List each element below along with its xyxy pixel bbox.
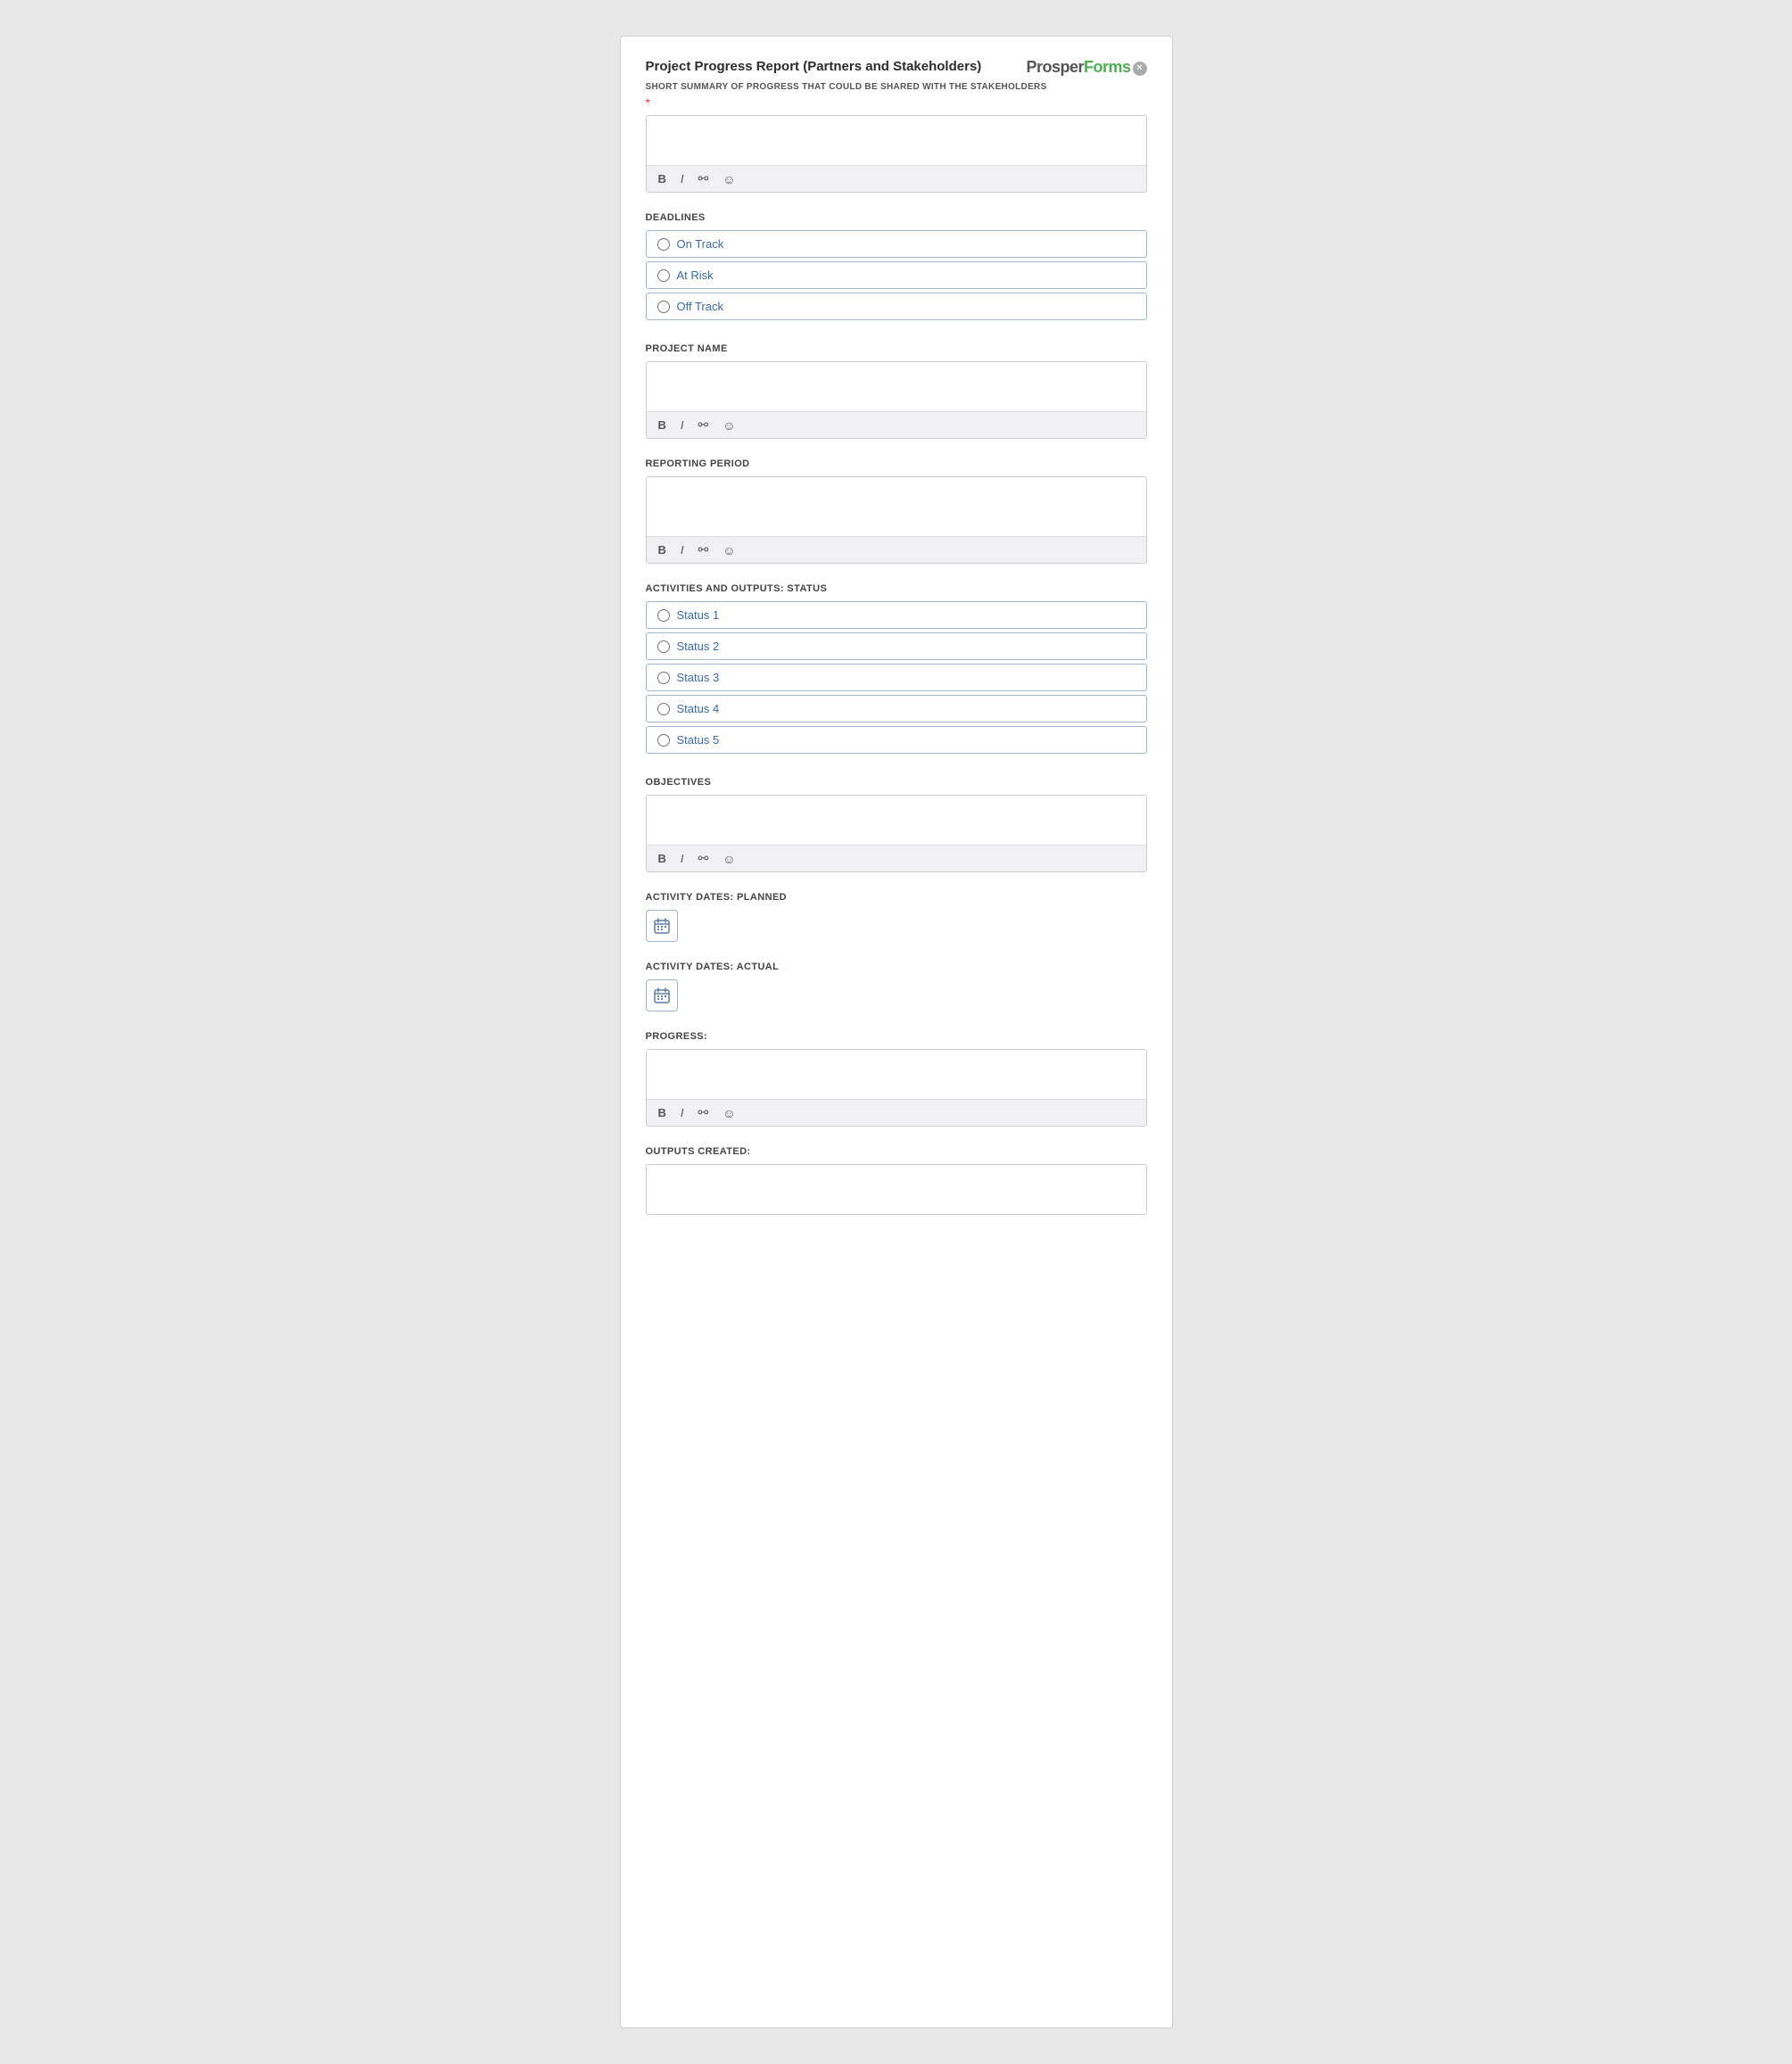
deadlines-option-at-risk[interactable]: At Risk <box>646 261 1147 289</box>
objectives-italic-button[interactable]: I <box>678 851 687 866</box>
outputs-created-editor <box>646 1164 1147 1215</box>
project-name-bold-button[interactable]: B <box>656 417 669 433</box>
project-name-italic-button[interactable]: I <box>678 417 687 433</box>
summary-bold-button[interactable]: B <box>656 171 669 186</box>
activities-label-status4: Status 4 <box>677 702 720 715</box>
activities-label-status1: Status 1 <box>677 608 720 622</box>
activity-dates-planned-section: ACTIVITY DATES: PLANNED <box>646 892 1147 942</box>
activity-dates-planned-label: ACTIVITY DATES: PLANNED <box>646 892 1147 903</box>
deadlines-section: DEADLINES On Track At Risk Off Track <box>646 212 1147 324</box>
reporting-period-label: REPORTING PERIOD <box>646 458 1147 469</box>
outputs-created-label: OUTPUTS CREATED: <box>646 1146 1147 1157</box>
activities-label-status5: Status 5 <box>677 733 720 747</box>
project-name-section: PROJECT NAME B I ⚯ ☺ <box>646 343 1147 439</box>
required-indicator: * <box>646 95 1147 110</box>
form-title: Project Progress Report (Partners and St… <box>646 58 1018 76</box>
close-button[interactable]: ✕ <box>1133 62 1147 76</box>
deadlines-label-at-risk: At Risk <box>677 268 714 282</box>
form-subtitle: SHORT SUMMARY OF PROGRESS THAT COULD BE … <box>646 82 1147 92</box>
activity-dates-actual-label: ACTIVITY DATES: ACTUAL <box>646 962 1147 972</box>
objectives-editor: B I ⚯ ☺ <box>646 795 1147 872</box>
project-name-editor: B I ⚯ ☺ <box>646 361 1147 439</box>
outputs-created-input[interactable] <box>647 1165 1146 1210</box>
progress-link-button[interactable]: ⚯ <box>696 1104 712 1121</box>
project-name-input[interactable] <box>647 362 1146 407</box>
objectives-emoji-button[interactable]: ☺ <box>720 851 738 867</box>
project-name-label: PROJECT NAME <box>646 343 1147 354</box>
calendar-actual-icon <box>654 987 670 1003</box>
deadlines-label-on-track: On Track <box>677 237 724 251</box>
activities-status-section: ACTIVITIES AND OUTPUTS: STATUS Status 1 … <box>646 583 1147 757</box>
reporting-period-section: REPORTING PERIOD B I ⚯ ☺ <box>646 458 1147 564</box>
objectives-toolbar: B I ⚯ ☺ <box>647 845 1146 871</box>
forms-logo-text: Forms <box>1084 58 1131 77</box>
activities-status-label: ACTIVITIES AND OUTPUTS: STATUS <box>646 583 1147 594</box>
activity-dates-planned-calendar-button[interactable] <box>646 910 678 942</box>
progress-emoji-button[interactable]: ☺ <box>720 1105 738 1121</box>
activities-radio-status4[interactable] <box>657 703 670 715</box>
deadlines-option-on-track[interactable]: On Track <box>646 230 1147 258</box>
objectives-bold-button[interactable]: B <box>656 851 669 866</box>
activities-label-status2: Status 2 <box>677 640 720 653</box>
activities-option-status4[interactable]: Status 4 <box>646 695 1147 722</box>
activities-radio-status3[interactable] <box>657 672 670 684</box>
activity-dates-actual-calendar-button[interactable] <box>646 979 678 1011</box>
project-name-link-button[interactable]: ⚯ <box>696 417 712 433</box>
activity-dates-actual-section: ACTIVITY DATES: ACTUAL <box>646 962 1147 1011</box>
deadlines-radio-group: On Track At Risk Off Track <box>646 230 1147 324</box>
reporting-period-toolbar: B I ⚯ ☺ <box>647 536 1146 563</box>
deadlines-label-off-track: Off Track <box>677 300 724 313</box>
reporting-period-italic-button[interactable]: I <box>678 542 687 557</box>
progress-toolbar: B I ⚯ ☺ <box>647 1099 1146 1126</box>
reporting-period-editor: B I ⚯ ☺ <box>646 476 1147 564</box>
activities-status-radio-group: Status 1 Status 2 Status 3 Status 4 Stat… <box>646 601 1147 757</box>
reporting-period-bold-button[interactable]: B <box>656 542 669 557</box>
progress-italic-button[interactable]: I <box>678 1105 687 1120</box>
progress-bold-button[interactable]: B <box>656 1105 669 1120</box>
prosper-logo: Prosper Forms ✕ <box>1026 58 1146 77</box>
activities-option-status1[interactable]: Status 1 <box>646 601 1147 629</box>
project-name-toolbar: B I ⚯ ☺ <box>647 411 1146 438</box>
progress-label: PROGRESS: <box>646 1031 1147 1042</box>
summary-italic-button[interactable]: I <box>678 171 687 186</box>
outputs-created-section: OUTPUTS CREATED: <box>646 1146 1147 1215</box>
reporting-period-link-button[interactable]: ⚯ <box>696 541 712 558</box>
objectives-section: OBJECTIVES B I ⚯ ☺ <box>646 777 1147 872</box>
activities-radio-status5[interactable] <box>657 734 670 747</box>
summary-emoji-button[interactable]: ☺ <box>720 171 738 187</box>
deadlines-radio-on-track[interactable] <box>657 238 670 251</box>
summary-input[interactable] <box>647 116 1146 161</box>
progress-input[interactable] <box>647 1050 1146 1094</box>
activities-option-status5[interactable]: Status 5 <box>646 726 1147 754</box>
project-name-emoji-button[interactable]: ☺ <box>720 417 738 433</box>
form-container: Project Progress Report (Partners and St… <box>620 36 1173 2028</box>
reporting-period-input[interactable] <box>647 477 1146 532</box>
deadlines-label: DEADLINES <box>646 212 1147 223</box>
deadlines-radio-off-track[interactable] <box>657 301 670 313</box>
activities-option-status3[interactable]: Status 3 <box>646 664 1147 691</box>
summary-link-button[interactable]: ⚯ <box>696 170 712 187</box>
reporting-period-emoji-button[interactable]: ☺ <box>720 542 738 558</box>
summary-editor: B I ⚯ ☺ <box>646 115 1147 193</box>
deadlines-radio-at-risk[interactable] <box>657 269 670 282</box>
activities-option-status2[interactable]: Status 2 <box>646 632 1147 660</box>
objectives-link-button[interactable]: ⚯ <box>696 850 712 867</box>
calendar-planned-icon <box>654 918 670 934</box>
activities-label-status3: Status 3 <box>677 671 720 684</box>
objectives-label: OBJECTIVES <box>646 777 1147 788</box>
objectives-input[interactable] <box>647 796 1146 840</box>
activities-radio-status1[interactable] <box>657 609 670 622</box>
progress-editor: B I ⚯ ☺ <box>646 1049 1147 1127</box>
deadlines-option-off-track[interactable]: Off Track <box>646 293 1147 320</box>
summary-section: B I ⚯ ☺ <box>646 115 1147 193</box>
form-header: Project Progress Report (Partners and St… <box>646 58 1147 77</box>
progress-section: PROGRESS: B I ⚯ ☺ <box>646 1031 1147 1127</box>
prosper-logo-text: Prosper <box>1026 58 1084 77</box>
summary-toolbar: B I ⚯ ☺ <box>647 165 1146 192</box>
activities-radio-status2[interactable] <box>657 640 670 653</box>
